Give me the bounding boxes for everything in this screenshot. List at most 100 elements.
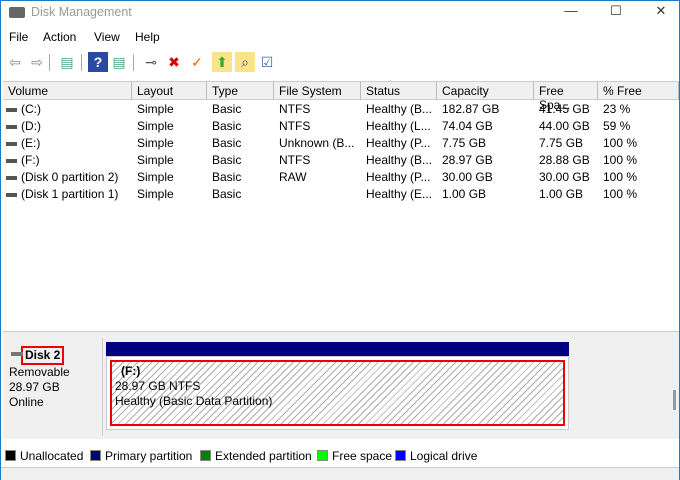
disk-icon bbox=[11, 352, 23, 356]
table-row[interactable]: (E:) Simple Basic Unknown (B... Healthy (P..… bbox=[3, 135, 679, 152]
table-cell: 59 % bbox=[598, 118, 679, 135]
column-header[interactable]: Status bbox=[361, 82, 437, 100]
column-header[interactable]: Volume bbox=[3, 82, 132, 100]
legend-label: Logical drive bbox=[410, 449, 478, 463]
table-row[interactable]: (C:) Simple Basic NTFS Healthy (B... 182.87 G… bbox=[3, 101, 679, 118]
explore-icon[interactable]: ⌕ bbox=[235, 52, 255, 72]
table-cell: (D:) bbox=[3, 118, 132, 135]
cell-text: 182.87 GB bbox=[442, 102, 500, 116]
table-cell: Healthy (P... bbox=[361, 135, 437, 152]
table-cell: 100 % bbox=[598, 169, 679, 186]
table-cell: (E:) bbox=[3, 135, 132, 152]
title-bar: Disk Management — ☐ ✕ bbox=[1, 1, 679, 25]
table-cell: 100 % bbox=[598, 135, 679, 152]
table-cell: 7.75 GB bbox=[534, 135, 598, 152]
connect-virtual-disk-icon[interactable]: ⊸ bbox=[141, 52, 161, 72]
help-icon[interactable]: ? bbox=[88, 52, 108, 72]
table-cell: 182.87 GB bbox=[437, 101, 534, 118]
legend-swatch bbox=[5, 450, 16, 461]
column-header[interactable]: File System bbox=[274, 82, 361, 100]
cell-text: Simple bbox=[137, 102, 174, 116]
disk-size: 28.97 GB bbox=[9, 380, 60, 394]
column-header[interactable]: Type bbox=[207, 82, 274, 100]
cell-text: Simple bbox=[137, 153, 174, 167]
cell-text: 23 % bbox=[603, 102, 631, 116]
disk-label: Disk 2 bbox=[21, 346, 65, 365]
disk-info-panel[interactable]: Disk 2 Removable 28.97 GB Online bbox=[3, 338, 103, 436]
table-cell: Basic bbox=[207, 101, 274, 118]
legend-item: Logical drive bbox=[395, 449, 477, 463]
app-icon bbox=[9, 7, 25, 18]
legend-item: Extended partition bbox=[200, 449, 312, 463]
menu-help[interactable]: Help bbox=[135, 30, 160, 44]
back-icon[interactable]: ⇦ bbox=[5, 52, 25, 72]
table-cell: Healthy (L... bbox=[361, 118, 437, 135]
table-cell: Simple bbox=[132, 152, 207, 169]
table-cell: 44.00 GB bbox=[534, 118, 598, 135]
legend-label: Primary partition bbox=[105, 449, 193, 463]
table-row[interactable]: (F:) Simple Basic NTFS Healthy (B... 28.97 GB… bbox=[3, 152, 679, 169]
legend-item: Free space bbox=[317, 449, 392, 463]
column-header[interactable]: Layout bbox=[132, 82, 207, 100]
cell-text: 7.75 GB bbox=[539, 136, 584, 150]
volume-icon bbox=[6, 175, 17, 180]
menu-view[interactable]: View bbox=[94, 30, 120, 44]
settings-icon[interactable]: ☑ bbox=[257, 52, 277, 72]
table-cell: Healthy (E... bbox=[361, 186, 437, 203]
show-hide-action-pane-icon[interactable]: ▤ bbox=[109, 52, 129, 72]
cell-text: Basic bbox=[212, 187, 242, 201]
minimize-button[interactable]: — bbox=[556, 3, 586, 23]
forward-icon[interactable]: ⇨ bbox=[27, 52, 47, 72]
table-cell: Simple bbox=[132, 118, 207, 135]
cell-text: 59 % bbox=[603, 119, 631, 133]
table-row[interactable]: (Disk 1 partition 1) Simple Basic Healthy (… bbox=[3, 186, 679, 203]
legend-item: Unallocated bbox=[5, 449, 83, 463]
cell-text: (Disk 1 partition 1) bbox=[21, 187, 119, 201]
cell-text: Healthy (B... bbox=[366, 153, 433, 167]
menu-action[interactable]: Action bbox=[43, 30, 76, 44]
table-row[interactable]: (Disk 0 partition 2) Simple Basic RAW Health… bbox=[3, 169, 679, 186]
table-cell: (C:) bbox=[3, 101, 132, 118]
cell-text: Simple bbox=[137, 187, 174, 201]
legend-item: Primary partition bbox=[90, 449, 192, 463]
cell-text: (C:) bbox=[21, 102, 41, 116]
table-cell: RAW bbox=[274, 169, 361, 186]
disk-graphical-view: Disk 2 Removable 28.97 GB Online (F:) 28… bbox=[3, 331, 679, 439]
table-cell: (F:) bbox=[3, 152, 132, 169]
cell-text: (F:) bbox=[21, 153, 40, 167]
cell-text: Healthy (L... bbox=[366, 119, 431, 133]
table-cell: 41.45 GB bbox=[534, 101, 598, 118]
close-button[interactable]: ✕ bbox=[646, 3, 676, 23]
maximize-button[interactable]: ☐ bbox=[601, 3, 631, 23]
toolbar: ⇦ ⇨ ▤? ▤ ⊸ ✖ ✓ ⬆ ⌕ ☑ bbox=[1, 50, 679, 74]
properties-icon[interactable]: ✓ bbox=[187, 52, 207, 72]
menu-file[interactable]: File bbox=[9, 30, 28, 44]
table-cell: Simple bbox=[132, 101, 207, 118]
table-cell: Basic bbox=[207, 118, 274, 135]
table-cell: Basic bbox=[207, 169, 274, 186]
partition-block[interactable]: (F:) 28.97 GB NTFS Healthy (Basic Data P… bbox=[106, 356, 569, 430]
cell-text: 100 % bbox=[603, 153, 638, 167]
cell-text: (Disk 0 partition 2) bbox=[21, 170, 119, 184]
disk-type: Removable bbox=[9, 365, 70, 379]
cell-text: 100 % bbox=[603, 170, 638, 184]
column-header[interactable]: Capacity bbox=[437, 82, 534, 100]
volume-icon bbox=[6, 192, 17, 197]
column-header[interactable]: Free Spa... bbox=[534, 82, 598, 112]
show-hide-console-tree-icon[interactable]: ▤ bbox=[57, 52, 77, 72]
table-cell: NTFS bbox=[274, 118, 361, 135]
import-icon[interactable]: ⬆ bbox=[212, 52, 232, 72]
delete-icon[interactable]: ✖ bbox=[164, 52, 184, 72]
legend-label: Unallocated bbox=[20, 449, 84, 463]
table-cell: Healthy (B... bbox=[361, 101, 437, 118]
cell-text: Basic bbox=[212, 119, 242, 133]
vertical-scrollbar[interactable] bbox=[673, 390, 676, 410]
volume-icon bbox=[6, 107, 17, 112]
table-cell: 100 % bbox=[598, 152, 679, 169]
cell-text: 100 % bbox=[603, 187, 638, 201]
column-header[interactable]: % Free bbox=[598, 82, 679, 100]
table-cell: (Disk 1 partition 1) bbox=[3, 186, 132, 203]
cell-text: (E:) bbox=[21, 136, 41, 150]
legend-swatch bbox=[90, 450, 101, 461]
table-row[interactable]: (D:) Simple Basic NTFS Healthy (L... 74.04 GB… bbox=[3, 118, 679, 135]
